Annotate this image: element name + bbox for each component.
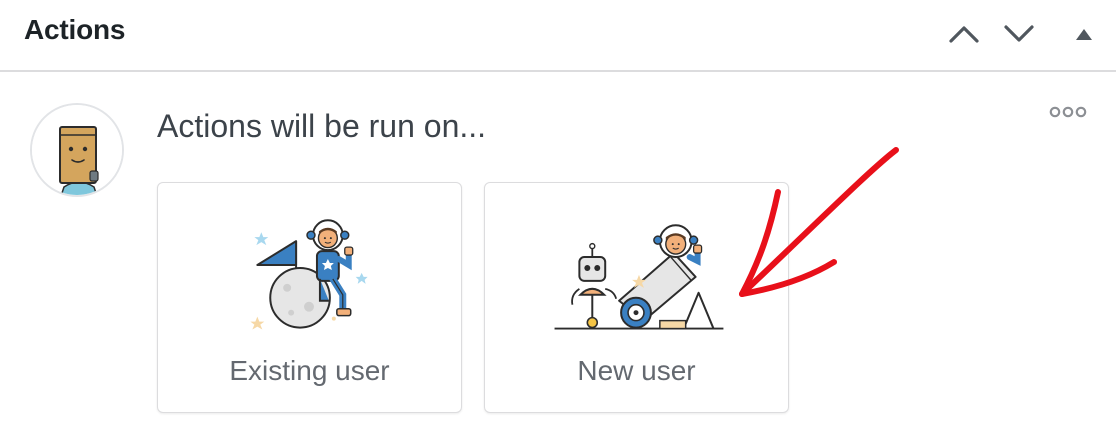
more-options-icon [1049, 106, 1087, 118]
chevron-down-icon [1004, 25, 1034, 42]
panel-title: Actions [24, 14, 126, 45]
move-down-button[interactable] [999, 14, 1039, 54]
annotation-arrow-icon [739, 147, 899, 297]
actions-panel: Actions Actions will be run on... Existi… [0, 0, 1116, 446]
actions-prompt: Actions will be run on... [157, 108, 487, 144]
existing-user-label: Existing user [229, 355, 390, 386]
existing-user-option[interactable]: Existing user [157, 182, 462, 413]
paper-bag-character-icon [32, 105, 122, 195]
chevron-up-icon [949, 26, 979, 43]
move-up-button[interactable] [944, 14, 984, 54]
caret-up-icon [1076, 29, 1092, 40]
bot-avatar [30, 103, 124, 197]
collapse-toggle-button[interactable] [1064, 14, 1104, 54]
astronaut-on-moon-icon [250, 219, 368, 330]
new-user-label: New user [577, 355, 696, 386]
more-options-button[interactable] [1044, 98, 1092, 126]
panel-header: Actions [0, 0, 1116, 72]
